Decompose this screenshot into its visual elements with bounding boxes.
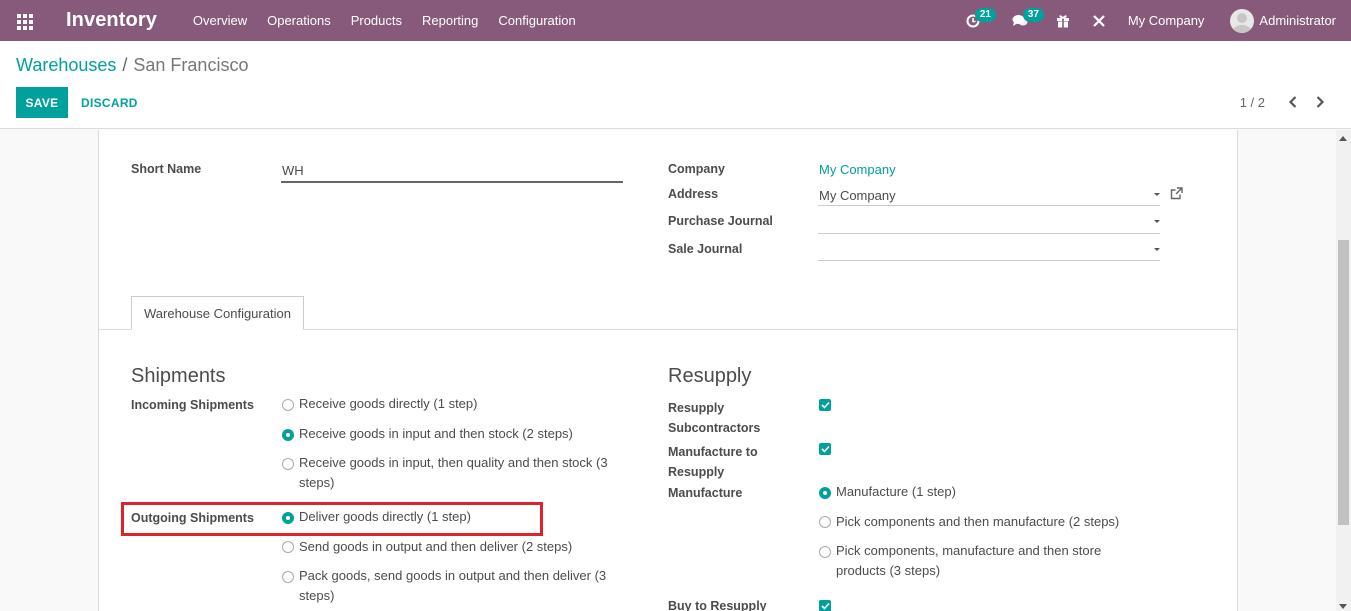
outgoing-option-3-steps-radio[interactable] xyxy=(282,571,294,583)
checkmark-icon xyxy=(820,445,830,453)
menu-item-reporting[interactable]: Reporting xyxy=(422,13,478,28)
purchase-journal-underline xyxy=(818,233,1160,234)
address-label: Address xyxy=(668,187,719,201)
address-underline xyxy=(818,205,1160,206)
outgoing-option-3-steps-label[interactable]: Pack goods, send goods in output and the… xyxy=(299,566,606,606)
incoming-option-1-step-label[interactable]: Receive goods directly (1 step) xyxy=(299,394,477,414)
shipments-title: Shipments xyxy=(131,365,226,387)
scrollbar-thumb[interactable] xyxy=(1338,240,1349,525)
tab-warehouse-configuration[interactable]: Warehouse Configuration xyxy=(131,296,304,330)
sale-journal-label: Sale Journal xyxy=(668,242,743,256)
manufacture-option-3-steps-radio[interactable] xyxy=(819,546,831,558)
breadcrumb-current: San Francisco xyxy=(133,55,249,75)
manufacture-option-3-steps-line1: Pick components, manufacture and then st… xyxy=(836,543,1102,558)
form-view: Short Name WH Company My Company Address… xyxy=(0,130,1351,611)
manufacture-to-resupply-line1: Manufacture to xyxy=(668,445,758,459)
user-menu[interactable]: Administrator xyxy=(1230,8,1336,33)
company-link[interactable]: My Company xyxy=(819,162,896,177)
buy-to-resupply-checkbox[interactable] xyxy=(819,600,831,611)
manufacture-option-2-steps-radio[interactable] xyxy=(819,516,831,528)
checkmark-icon xyxy=(820,401,830,409)
outgoing-option-2-steps-radio[interactable] xyxy=(282,541,294,553)
chevron-left-icon xyxy=(1288,96,1297,108)
breadcrumb-warehouses[interactable]: Warehouses xyxy=(16,55,116,75)
manufacture-option-3-steps-line2: products (3 steps) xyxy=(836,563,941,578)
main-menu: Overview Operations Products Reporting C… xyxy=(193,13,596,28)
resupply-subcontractors-checkbox[interactable] xyxy=(819,399,831,411)
incoming-shipments-label: Incoming Shipments xyxy=(131,398,254,412)
manufacture-to-resupply-label: Manufacture to Resupply xyxy=(668,442,758,482)
messages-button[interactable]: 37 xyxy=(1012,7,1044,28)
outgoing-option-3-steps-line1: Pack goods, send goods in output and the… xyxy=(299,568,607,583)
sale-journal-dropdown-caret[interactable] xyxy=(1154,248,1160,251)
manufacture-to-resupply-line2: Resupply xyxy=(668,465,725,479)
menu-item-operations[interactable]: Operations xyxy=(267,13,331,28)
discard-button[interactable]: DISCARD xyxy=(81,87,138,118)
menu-item-products[interactable]: Products xyxy=(351,13,402,28)
buy-to-resupply-label: Buy to Resupply xyxy=(668,599,767,611)
scroll-down-arrow-icon[interactable] xyxy=(1339,604,1347,609)
menu-item-overview[interactable]: Overview xyxy=(193,13,247,28)
incoming-option-3-steps-line1: Receive goods in input, then quality and… xyxy=(299,455,608,470)
messages-count-badge: 37 xyxy=(1022,7,1044,22)
manufacture-option-2-steps-label[interactable]: Pick components and then manufacture (2 … xyxy=(836,512,1119,532)
incoming-option-1-step-radio[interactable] xyxy=(282,399,294,411)
gift-button[interactable] xyxy=(1056,14,1070,28)
address-dropdown-caret[interactable] xyxy=(1154,193,1160,196)
company-label: Company xyxy=(668,162,725,176)
scroll-up-arrow-icon[interactable] xyxy=(1339,136,1347,141)
company-switcher[interactable]: My Company xyxy=(1128,13,1205,28)
short-name-input[interactable]: WH xyxy=(282,163,304,178)
activity-count-badge: 21 xyxy=(974,7,996,22)
address-external-link-button[interactable] xyxy=(1170,187,1183,203)
pager-value: 1 / 2 xyxy=(1239,95,1265,110)
breadcrumb-separator: / xyxy=(122,55,128,75)
app-name: Inventory xyxy=(66,9,157,31)
gift-icon xyxy=(1056,14,1069,28)
apps-menu-icon[interactable] xyxy=(17,13,34,30)
manufacture-label: Manufacture xyxy=(668,486,743,500)
breadcrumb: Warehouses / San Francisco xyxy=(16,55,248,76)
checkmark-icon xyxy=(820,602,830,610)
debug-tools-button[interactable] xyxy=(1092,14,1106,28)
incoming-option-3-steps-radio[interactable] xyxy=(282,458,294,470)
short-name-input-underline xyxy=(281,181,623,183)
page-scrollbar[interactable] xyxy=(1336,130,1351,611)
resupply-subcontractors-line2: Subcontractors xyxy=(668,421,761,435)
manufacture-option-1-step-radio[interactable] xyxy=(819,487,831,499)
manufacture-option-3-steps-label[interactable]: Pick components, manufacture and then st… xyxy=(836,541,1101,581)
chevron-right-icon xyxy=(1316,96,1325,108)
pager-previous-button[interactable] xyxy=(1285,94,1301,110)
incoming-option-2-steps-radio[interactable] xyxy=(282,429,294,441)
outgoing-option-2-steps-label[interactable]: Send goods in output and then deliver (2… xyxy=(299,537,572,557)
resupply-subcontractors-line1: Resupply xyxy=(668,401,725,415)
purchase-journal-dropdown-caret[interactable] xyxy=(1154,220,1160,223)
short-name-label: Short Name xyxy=(131,162,202,176)
control-panel: Warehouses / San Francisco SAVE DISCARD 1 … xyxy=(0,41,1351,129)
navbar-systray: 21 37 My Company Administrator xyxy=(966,0,1351,41)
manufacture-to-resupply-checkbox[interactable] xyxy=(819,443,831,455)
save-button[interactable]: SAVE xyxy=(16,87,68,118)
form-sheet: Short Name WH Company My Company Address… xyxy=(98,130,1238,611)
resupply-title: Resupply xyxy=(668,365,752,387)
incoming-option-3-steps-label[interactable]: Receive goods in input, then quality and… xyxy=(299,453,608,493)
sale-journal-underline xyxy=(818,260,1160,261)
incoming-option-3-steps-line2: steps) xyxy=(299,475,335,490)
outgoing-shipments-highlight-box xyxy=(121,502,543,536)
manufacture-option-1-step-label[interactable]: Manufacture (1 step) xyxy=(836,482,956,502)
menu-item-configuration[interactable]: Configuration xyxy=(498,13,575,28)
resupply-subcontractors-label: Resupply Subcontractors xyxy=(668,398,760,438)
incoming-option-2-steps-label[interactable]: Receive goods in input and then stock (2… xyxy=(299,424,573,444)
user-name: Administrator xyxy=(1259,13,1336,28)
pager-next-button[interactable] xyxy=(1312,94,1328,110)
activity-button[interactable]: 21 xyxy=(966,7,996,28)
top-navbar: Inventory Overview Operations Products R… xyxy=(0,0,1351,41)
external-link-icon xyxy=(1170,187,1183,200)
outgoing-option-3-steps-line2: steps) xyxy=(299,588,335,603)
address-input[interactable]: My Company xyxy=(819,188,896,203)
avatar xyxy=(1230,8,1255,33)
purchase-journal-label: Purchase Journal xyxy=(668,214,773,228)
tools-icon xyxy=(1093,14,1105,27)
